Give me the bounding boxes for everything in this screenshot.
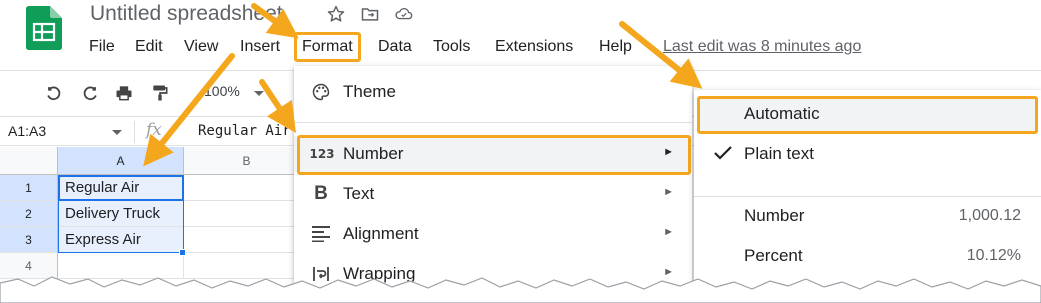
cloud-status-icon[interactable]: [394, 4, 414, 24]
number-menu-item-percent[interactable]: Percent 10.12%: [694, 238, 1041, 274]
star-icon[interactable]: [326, 4, 346, 24]
palette-icon: [310, 82, 332, 102]
column-header-a[interactable]: A: [58, 147, 184, 175]
last-edit-link[interactable]: Last edit was 8 minutes ago: [663, 38, 861, 56]
menu-tools[interactable]: Tools: [433, 37, 470, 57]
menu-insert[interactable]: Insert: [240, 37, 280, 57]
number-menu-label: Plain text: [744, 144, 814, 163]
formula-input[interactable]: Regular Air: [198, 123, 291, 139]
number-menu-example: 1,000.12: [958, 207, 1021, 224]
row-header-2[interactable]: 2: [0, 201, 58, 227]
select-all-corner[interactable]: [0, 147, 58, 175]
menu-divider: [294, 122, 692, 123]
number-menu-item-number[interactable]: Number 1,000.12: [694, 198, 1041, 234]
number-menu-label: Number: [744, 206, 805, 225]
active-cell-outline: [58, 175, 184, 201]
wrap-icon: [310, 264, 332, 284]
format-menu-item-wrapping[interactable]: Wrapping ►: [294, 256, 692, 292]
menu-divider: [694, 196, 1041, 197]
cell-b4[interactable]: [184, 253, 310, 279]
cell-b3[interactable]: [184, 227, 310, 253]
number-menu-item-automatic[interactable]: Automatic: [697, 96, 1038, 134]
menu-data[interactable]: Data: [378, 37, 412, 57]
menu-help[interactable]: Help: [599, 37, 632, 57]
sheets-logo-icon[interactable]: [26, 6, 62, 50]
cell-a4[interactable]: [58, 253, 184, 279]
document-title[interactable]: Untitled spreadsheet: [90, 2, 283, 26]
menu-extensions[interactable]: Extensions: [495, 37, 573, 57]
zoom-caret-icon[interactable]: [254, 91, 264, 96]
move-to-folder-icon[interactable]: [360, 4, 380, 24]
name-box[interactable]: A1:A3: [8, 123, 46, 139]
format-menu-label: Theme: [343, 82, 396, 101]
redo-icon[interactable]: [80, 83, 100, 103]
format-menu-label: Text: [343, 184, 375, 203]
zoom-select[interactable]: 100%: [204, 83, 240, 99]
fill-handle[interactable]: [179, 249, 186, 256]
submenu-arrow-icon: ►: [663, 186, 674, 198]
format-menu-item-alignment[interactable]: Alignment ►: [294, 216, 692, 252]
print-icon[interactable]: [114, 83, 134, 103]
number-menu-item-plain-text[interactable]: Plain text: [694, 136, 1041, 172]
submenu-arrow-icon: ►: [663, 266, 674, 278]
menu-edit[interactable]: Edit: [135, 37, 163, 57]
format-menu-label: Wrapping: [343, 264, 416, 283]
submenu-arrow-icon: ►: [663, 226, 674, 238]
cell-b1[interactable]: [184, 175, 310, 201]
format-menu-item-theme[interactable]: Theme: [294, 74, 692, 110]
column-header-b[interactable]: B: [184, 147, 310, 175]
bold-icon: B: [314, 183, 328, 204]
format-menu: Theme 123 Number ► B Text ► Alignment ► …: [294, 66, 692, 303]
undo-icon[interactable]: [44, 83, 64, 103]
row-header-4[interactable]: 4: [0, 253, 58, 279]
menu-format[interactable]: Format: [294, 32, 361, 62]
name-box-caret-icon[interactable]: [112, 130, 122, 135]
menu-view[interactable]: View: [184, 37, 218, 57]
number-menu-label: Automatic: [744, 104, 820, 123]
number-menu-label: Percent: [744, 246, 803, 265]
cell-b2[interactable]: [184, 201, 310, 227]
number-highlight-box: [297, 135, 691, 175]
check-icon: [714, 146, 732, 160]
menu-file[interactable]: File: [89, 37, 115, 57]
format-menu-item-text[interactable]: B Text ►: [294, 176, 692, 212]
row-header-1[interactable]: 1: [0, 175, 58, 201]
format-menu-label: Alignment: [343, 224, 419, 243]
align-icon: [310, 224, 332, 244]
formula-divider: [134, 121, 135, 143]
number-menu-example: 10.12%: [966, 247, 1021, 264]
row-header-3[interactable]: 3: [0, 227, 58, 253]
fx-icon: fx: [146, 120, 162, 140]
paint-format-icon[interactable]: [150, 83, 170, 103]
